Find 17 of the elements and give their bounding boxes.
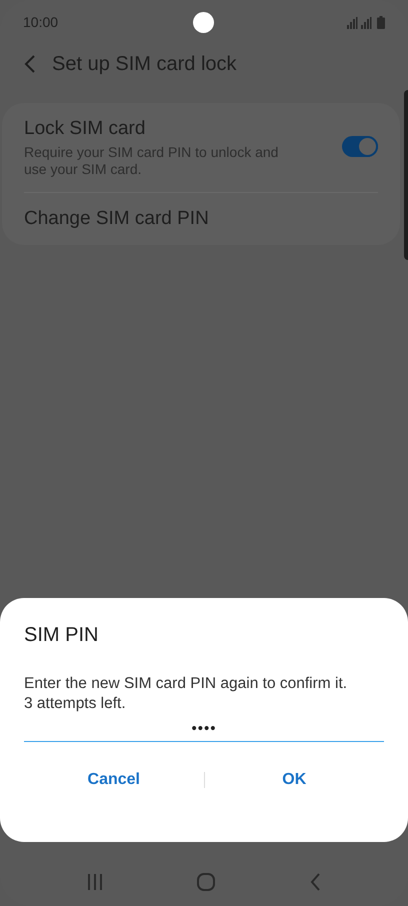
camera-hole [193,12,214,33]
setting-title[interactable]: Change SIM card PIN [24,207,378,231]
back-icon[interactable] [309,873,321,891]
dialog-message: Enter the new SIM card PIN again to confirm it. 3 attempts left. [24,674,348,714]
home-icon[interactable] [197,873,215,891]
dialog-button[interactable]: Cancel [84,768,144,792]
pin-field[interactable]: •••• [24,718,384,742]
toggle-switch[interactable] [342,136,378,157]
status-time: 10:00 [23,13,58,32]
signal-icon [347,16,373,28]
dialog-title: SIM PIN [24,623,100,648]
battery-icon [377,16,385,29]
dialog-button[interactable]: OK [278,768,310,792]
recents-icon[interactable] [87,874,103,890]
setting-title[interactable]: Lock SIM card [24,117,342,141]
screen-title: Set up SIM card lock [52,52,237,77]
back-icon[interactable] [24,55,36,73]
